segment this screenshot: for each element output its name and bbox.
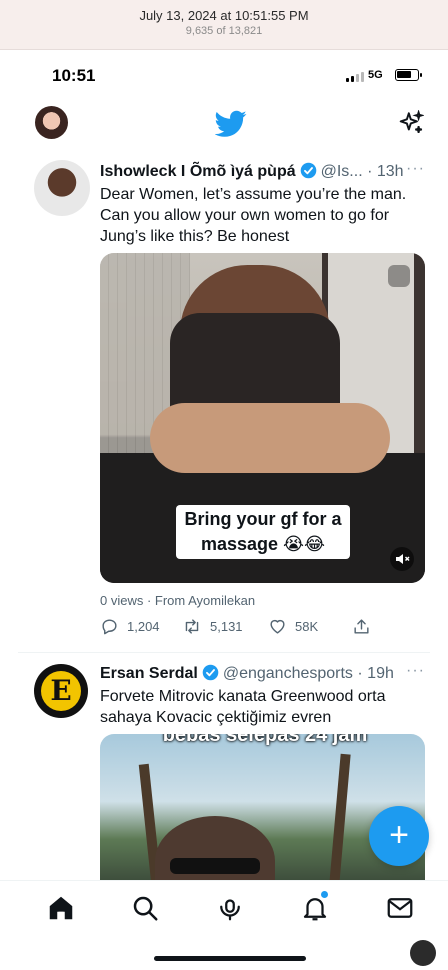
retweet-count: 5,131 — [210, 619, 243, 634]
media-caption: Bring your gf for a massage 😭😂 — [176, 505, 350, 559]
sparkle-icon[interactable] — [398, 110, 424, 136]
author-name[interactable]: Ishowleck I Õmõ ìyá pùpá — [100, 163, 296, 180]
home-indicator[interactable] — [154, 956, 306, 961]
live-text-icon[interactable] — [410, 940, 436, 966]
tweet-text: Forvete Mitrovic kanata Greenwood orta s… — [100, 688, 386, 726]
retweet-button[interactable]: 5,131 — [182, 617, 243, 636]
twitter-bird-icon[interactable] — [215, 110, 247, 138]
tweet-text: Dear Women, let’s assume you’re the man.… — [100, 186, 407, 245]
like-count: 58K — [295, 619, 319, 634]
retweet-icon — [185, 619, 199, 634]
notification-dot — [321, 891, 328, 898]
media-figure — [170, 858, 260, 874]
view-count[interactable]: 0 views · From Ayomilekan — [100, 593, 255, 608]
author-avatar[interactable]: E — [34, 664, 88, 718]
logo-letter-e: E — [41, 671, 81, 711]
media-overlay-icon — [388, 265, 410, 287]
compose-tweet-button[interactable]: + — [369, 806, 429, 866]
network-label: 5G — [368, 69, 383, 81]
tweet-header: Ersan Serdal @enganchesports · 19h — [100, 664, 430, 686]
tweet-media-video[interactable]: Bring your gf for a massage 😭😂 — [100, 253, 425, 583]
tweet-divider — [18, 652, 430, 653]
author-name[interactable]: Ersan Serdal — [100, 665, 198, 682]
media-caption-line: massage 😭😂 — [200, 534, 326, 554]
like-button[interactable]: 58K — [268, 617, 318, 636]
media-caption-line: Bring your gf for a — [184, 509, 342, 529]
media-figure — [150, 403, 390, 473]
battery-icon — [395, 69, 422, 81]
verified-badge-icon — [300, 162, 316, 179]
status-time: 10:51 — [52, 66, 96, 85]
author-handle[interactable]: @Is... — [321, 163, 363, 180]
signal-icon — [346, 72, 364, 82]
search-icon[interactable] — [130, 893, 160, 923]
verified-badge-icon — [202, 664, 219, 681]
tweet-actions: 1,204 5,131 58K — [100, 617, 430, 639]
tweet-media-video[interactable]: bebas selepas 24 jam — [100, 734, 425, 884]
home-icon[interactable] — [46, 893, 76, 923]
more-options-icon[interactable]: ··· — [406, 160, 425, 178]
tweet-time[interactable]: · 19h — [357, 665, 393, 682]
messages-icon[interactable] — [385, 893, 415, 923]
media-banner: bebas selepas 24 jam — [162, 734, 368, 746]
reply-count: 1,204 — [127, 619, 160, 634]
heart-icon — [270, 619, 285, 634]
share-icon — [354, 619, 369, 634]
photo-date: July 13, 2024 at 10:51:55 PM — [139, 8, 309, 23]
tweet-time[interactable]: · 13h — [367, 163, 403, 180]
top-bar — [0, 100, 448, 150]
share-button[interactable] — [352, 617, 371, 636]
tweet-header: Ishowleck I Õmõ ìyá pùpá @Is... · 13h — [100, 162, 430, 184]
photos-header: July 13, 2024 at 10:51:55 PM 9,635 of 13… — [0, 0, 448, 50]
reply-icon — [102, 619, 117, 635]
author-avatar[interactable] — [34, 160, 90, 216]
more-options-icon[interactable]: ··· — [406, 662, 425, 680]
mute-icon[interactable] — [390, 547, 414, 571]
photo-count: 9,635 of 13,821 — [185, 25, 263, 37]
status-bar: 10:51 5G — [0, 62, 448, 90]
reply-button[interactable]: 1,204 — [100, 617, 160, 636]
spaces-icon[interactable] — [215, 893, 245, 923]
profile-avatar[interactable] — [35, 106, 68, 139]
media-background — [329, 753, 351, 884]
author-handle[interactable]: @enganchesports — [223, 665, 353, 682]
